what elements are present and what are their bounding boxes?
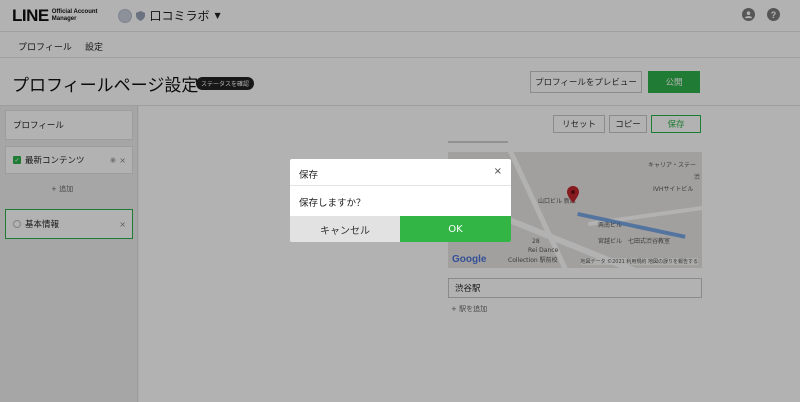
dialog-header: 保存 ×: [290, 159, 511, 186]
cancel-button[interactable]: キャンセル: [290, 216, 400, 242]
dialog-title: 保存: [299, 170, 319, 181]
dialog-message: 保存しますか？: [299, 198, 366, 209]
save-confirm-dialog: 保存 × 保存しますか？ キャンセル OK: [290, 159, 511, 242]
ok-button[interactable]: OK: [400, 216, 511, 242]
close-icon[interactable]: ×: [494, 166, 502, 177]
